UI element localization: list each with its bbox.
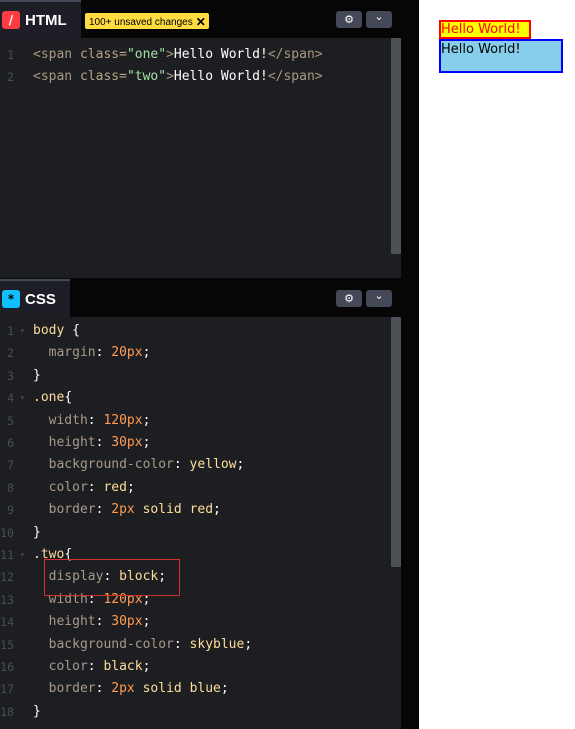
code-text: color: red; [48,479,135,495]
highlight-annotation-box [44,559,180,596]
code-text: width: 120px; [48,412,151,428]
editor-column: / HTML 100+ unsaved changes ✕ ⚙ ⌄ 1 <span… [0,0,401,729]
line-number: 14 [0,615,14,630]
code-line[interactable]: 6 height: 30px; [0,432,390,454]
unsaved-changes-badge[interactable]: 100+ unsaved changes ✕ [85,13,209,29]
tab-css-label: CSS [25,290,56,308]
code-text: } [33,524,41,540]
code-text: background-color: yellow; [48,457,245,473]
code-line[interactable]: 14 height: 30px; [0,611,390,633]
code-text: <span class="one">Hello World!</span> [33,47,323,62]
line-number: 8 [7,480,14,495]
editor-preview-divider[interactable] [401,0,419,729]
html-pane-header: / HTML 100+ unsaved changes ✕ ⚙ ⌄ [0,0,401,38]
chevron-down-icon: ⌄ [374,10,384,23]
tab-css[interactable]: * CSS [0,279,70,317]
fold-arrow-icon[interactable]: ▾ [20,387,25,409]
code-text: height: 30px; [48,614,151,630]
code-line[interactable]: 3} [0,365,390,387]
code-line[interactable]: 7 background-color: yellow; [0,454,390,476]
code-text: body { [33,323,80,338]
code-line[interactable]: 5 width: 120px; [0,410,390,432]
code-line[interactable]: 10} [0,522,390,544]
line-number: 7 [7,458,14,473]
code-line[interactable]: 2 margin: 20px; [0,342,390,364]
code-line[interactable]: 15 background-color: skyblue; [0,634,390,656]
gear-icon: ⚙ [344,292,354,305]
code-text: margin: 20px; [48,345,151,361]
css-settings-button[interactable]: ⚙ [336,290,362,307]
code-line[interactable]: 1 ▾ body { [0,320,390,342]
html-editor-scrollbar[interactable] [391,38,401,254]
code-text: height: 30px; [48,435,151,450]
chevron-down-icon: ⌄ [374,289,384,302]
code-text: } [33,703,41,719]
line-number: 3 [7,368,14,383]
line-number: 4 [7,391,14,406]
code-text: <span class="two">Hello World!</span> [33,69,323,85]
html-settings-button[interactable]: ⚙ [336,11,362,28]
preview-span-two: Hello World! [439,39,563,73]
fold-arrow-icon[interactable]: ▾ [20,320,25,342]
close-icon[interactable]: ✕ [196,16,206,28]
line-number: 5 [7,413,14,428]
code-text: border: 2px solid red; [48,502,221,518]
tab-html-label: HTML [25,11,67,29]
fold-arrow-icon[interactable]: ▾ [20,544,25,566]
code-line[interactable]: 8 color: red; [0,477,390,499]
code-line[interactable]: 17 border: 2px solid blue; [0,678,390,700]
css-asterisk-icon: * [2,290,20,308]
code-text: background-color: skyblue; [48,636,253,652]
css-pane-header: * CSS ⚙ ⌄ [0,279,401,317]
html-code-editor[interactable]: 1 <span class="one">Hello World!</span> 2 <… [0,38,401,278]
line-number: 1 [7,324,14,338]
code-line[interactable]: 2 <span class="two">Hello World!</span> [0,66,390,88]
result-preview: Hello World! Hello World! [419,0,575,729]
line-number: 11 [0,548,14,562]
line-number: 6 [7,436,14,450]
tab-html[interactable]: / HTML [0,0,81,38]
line-number: 12 [0,570,14,585]
gear-icon: ⚙ [344,13,354,26]
line-number: 15 [0,637,14,652]
code-text: border: 2px solid blue; [48,681,229,697]
line-number: 18 [0,704,14,719]
line-number: 2 [7,346,14,361]
code-text: .one{ [33,390,73,406]
line-number: 2 [7,70,14,85]
line-number: 1 [7,48,14,62]
line-number: 16 [0,660,14,674]
css-collapse-button[interactable]: ⌄ [366,289,392,307]
line-number: 10 [0,525,14,540]
line-number: 13 [0,592,14,607]
code-text: color: black; [48,659,151,674]
css-editor-scrollbar[interactable] [391,317,401,567]
code-line[interactable]: 18} [0,701,390,723]
code-line[interactable]: 9 border: 2px solid red; [0,499,390,521]
code-line[interactable]: 1 <span class="one">Hello World!</span> [0,44,390,66]
preview-span-one: Hello World! [439,20,531,39]
css-code-editor[interactable]: 1 ▾ body {2 margin: 20px; 3} 4 ▾ .one{5 width:… [0,317,401,729]
line-number: 9 [7,503,14,518]
code-line[interactable]: 4 ▾ .one{ [0,387,390,409]
html-slash-icon: / [2,11,20,29]
line-number: 17 [0,682,14,697]
unsaved-changes-text: 100+ unsaved changes [89,16,193,28]
html-collapse-button[interactable]: ⌄ [366,10,392,28]
code-text: } [33,367,41,383]
code-line[interactable]: 16 color: black; [0,656,390,678]
